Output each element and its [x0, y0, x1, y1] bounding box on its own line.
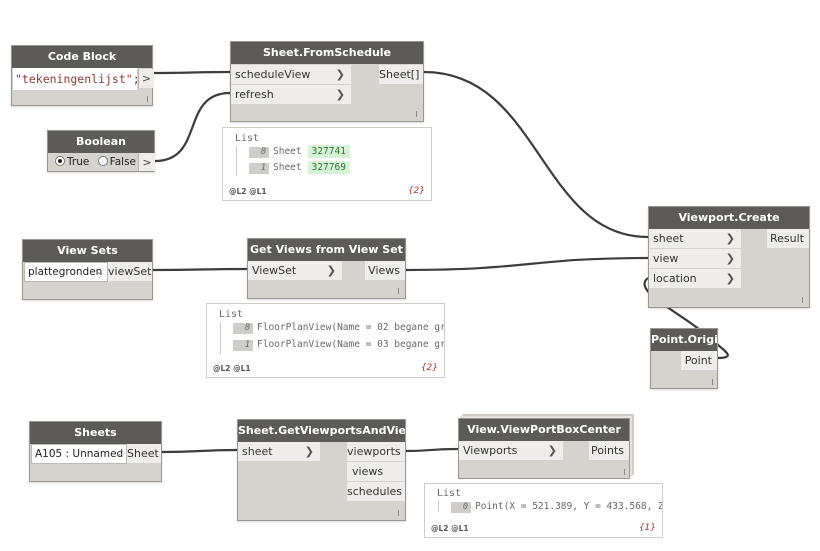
node-title: Sheets — [30, 422, 161, 444]
chevron-right-icon: ❯ — [304, 445, 314, 458]
node-pin-icon — [624, 469, 625, 475]
boolean-toggle[interactable]: True False — [55, 155, 136, 170]
boolean-node[interactable]: Boolean True False > — [47, 130, 155, 172]
view-set-dropdown[interactable]: plattegronden ⌄ — [24, 262, 108, 282]
chevron-right-icon: ❯ — [335, 88, 345, 101]
input-port-view[interactable]: view ❯ — [649, 249, 741, 268]
code-input[interactable]: "tekeningenlijst"; — [13, 68, 140, 90]
output-port[interactable]: > — [138, 153, 155, 171]
sheet-dropdown[interactable]: A105 : Unnamed ⌄ — [31, 444, 127, 464]
input-port-sheet[interactable]: sheet ❯ — [238, 442, 320, 461]
node-title: View.ViewPortBoxCenter — [459, 419, 629, 441]
preview-count: {1} — [638, 523, 656, 533]
node-pin-icon — [398, 510, 399, 516]
point-origin-node[interactable]: Point.Origin Point — [650, 328, 718, 389]
chevron-right-icon: ❯ — [547, 444, 557, 457]
wire-viewports-to-boxcenter — [405, 447, 459, 453]
input-port-sheet[interactable]: sheet ❯ — [649, 229, 741, 248]
sheets-node[interactable]: Sheets A105 : Unnamed ⌄ Sheet — [29, 421, 162, 482]
output-port[interactable]: > — [138, 69, 154, 88]
input-port-viewports[interactable]: Viewports ❯ — [459, 441, 563, 460]
sheet-from-schedule-node[interactable]: Sheet.FromSchedule scheduleView ❯ refres… — [230, 41, 424, 122]
node-pin-icon — [147, 96, 148, 102]
preview-viewport-box-center: List 0Point(X = 521.389, Y = 433.568, Z … — [424, 483, 663, 538]
preview-item: 0 Sheet 327741 — [249, 145, 350, 158]
preview-item: 1 FloorPlanView(Name = 03 begane grond — [233, 339, 444, 351]
wire-codeblock-to-scheduleview — [153, 70, 231, 75]
wire-boolean-to-refresh — [154, 91, 231, 163]
node-title: Viewport.Create — [649, 207, 809, 229]
preview-item: 1 Sheet 327769 — [249, 161, 350, 174]
wire-sheets-to-viewport-sheet — [423, 70, 649, 239]
chevron-right-icon: ❯ — [725, 232, 735, 245]
node-title: Sheet.GetViewportsAndViews — [238, 420, 405, 442]
output-port-point[interactable]: Point — [681, 351, 717, 370]
preview-count: {2} — [420, 363, 438, 373]
node-pin-icon — [398, 288, 399, 294]
preview-list-title: List — [235, 133, 260, 144]
preview-get-views: List 0 FloorPlanView(Name = 02 begane gro… — [206, 303, 445, 378]
preview-levels: @L2 @L1 — [213, 364, 251, 373]
output-port-viewset[interactable]: viewSet — [108, 262, 152, 281]
preview-list-title: List — [219, 309, 244, 320]
chevron-right-icon: ❯ — [335, 68, 345, 81]
chevron-right-icon: ❯ — [326, 264, 336, 277]
input-port-location[interactable]: location ❯ — [649, 269, 741, 288]
output-port-views[interactable]: Views — [365, 261, 405, 280]
node-title: Get Views from View Set — [248, 239, 405, 261]
preview-list-title: List — [437, 488, 462, 499]
input-port-refresh[interactable]: refresh ❯ — [231, 85, 351, 104]
node-pin-icon — [416, 111, 417, 117]
view-sets-node[interactable]: View Sets plattegronden ⌄ viewSet — [22, 239, 153, 300]
get-viewports-and-views-node[interactable]: Sheet.GetViewportsAndViews sheet ❯ viewp… — [237, 419, 406, 521]
chevron-right-icon: ❯ — [725, 252, 735, 265]
code-block-node[interactable]: Code Block "tekeningenlijst"; > — [11, 45, 154, 106]
false-label: False — [109, 156, 137, 168]
output-port-sheet[interactable]: Sheet — [127, 444, 161, 463]
input-port-viewset[interactable]: ViewSet ❯ — [248, 261, 342, 280]
preview-tree-line — [438, 500, 439, 512]
preview-sheet-from-schedule: List 0 Sheet 327741 1 Sheet 327769 @L2 @L1 {… — [222, 127, 432, 201]
radio-false-icon[interactable] — [97, 156, 108, 166]
true-label: True — [67, 156, 90, 168]
node-title: Boolean — [48, 131, 154, 153]
preview-count: {2} — [407, 186, 425, 196]
viewport-box-center-node[interactable]: View.ViewPortBoxCenter Viewports ❯ Point… — [458, 418, 630, 479]
preview-levels: @L2 @L1 — [431, 524, 469, 533]
wire-sheet-to-getviewports — [161, 448, 238, 454]
node-pin-icon — [802, 297, 803, 303]
get-views-node[interactable]: Get Views from View Set ViewSet ❯ Views — [247, 238, 406, 299]
chevron-right-icon: ❯ — [725, 272, 735, 285]
output-port-result[interactable]: Result — [767, 229, 809, 248]
output-port-schedules[interactable]: schedules — [347, 482, 405, 501]
wire-viewset-to-getviews — [152, 267, 248, 272]
output-port-views[interactable]: views — [347, 462, 405, 481]
chevron-down-icon: ⌄ — [115, 449, 122, 458]
preview-tree-line — [220, 322, 221, 354]
viewport-create-node[interactable]: Viewport.Create sheet ❯ view ❯ location … — [648, 206, 810, 308]
output-port-viewports[interactable]: viewports — [347, 442, 405, 461]
output-port-sheets[interactable]: Sheet[] — [379, 65, 423, 84]
node-title: Point.Origin — [651, 329, 717, 351]
node-title: View Sets — [23, 240, 152, 262]
node-pin-icon — [712, 379, 713, 385]
preview-levels: @L2 @L1 — [229, 187, 267, 196]
preview-tree-line — [236, 146, 237, 176]
preview-item: 0Point(X = 521.389, Y = 433.568, Z = 0 — [451, 501, 662, 513]
input-port-scheduleview[interactable]: scheduleView ❯ — [231, 65, 351, 84]
chevron-down-icon: ⌄ — [96, 267, 103, 276]
wire-views-to-viewport-view — [405, 256, 649, 272]
output-port-points[interactable]: Points — [589, 441, 629, 460]
node-title: Sheet.FromSchedule — [231, 42, 423, 64]
radio-true-icon[interactable] — [55, 156, 65, 166]
preview-item: 0 FloorPlanView(Name = 02 begane grond — [233, 322, 444, 334]
node-title: Code Block — [12, 46, 152, 68]
